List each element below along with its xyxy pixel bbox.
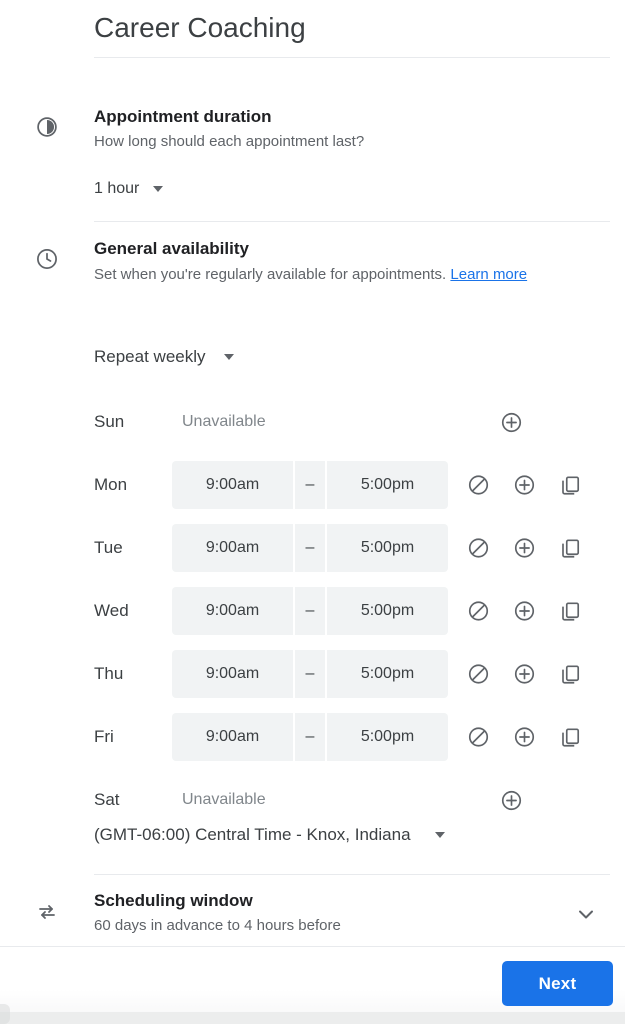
availability-day-list: Sun Unavailable Mon 9:00am –5:00pm Tue 9:00am –… xyxy=(0,390,625,831)
end-time-input[interactable]: 5:00pm xyxy=(327,460,448,509)
start-time-input[interactable]: 9:00am xyxy=(172,649,293,698)
duration-divider xyxy=(94,221,610,222)
day-row-actions xyxy=(455,661,593,686)
general-availability-title: General availability xyxy=(94,239,249,258)
block-icon[interactable] xyxy=(455,472,501,497)
duplicate-icon[interactable] xyxy=(547,535,593,560)
duplicate-icon[interactable] xyxy=(547,598,593,623)
scheduling-window-title: Scheduling window xyxy=(94,891,253,910)
appointment-duration-title: Appointment duration xyxy=(94,107,272,126)
day-label: Thu xyxy=(94,663,124,683)
timezone-select[interactable]: (GMT-06:00) Central Time - Knox, Indiana xyxy=(94,823,445,847)
availability-day-row: Sun Unavailable xyxy=(0,390,625,453)
start-time-input[interactable]: 9:00am xyxy=(172,523,293,572)
duplicate-icon[interactable] xyxy=(547,472,593,497)
block-icon[interactable] xyxy=(455,598,501,623)
general-availability-subtitle: Set when you're regularly available for … xyxy=(94,264,590,285)
chevron-down-icon[interactable] xyxy=(574,902,598,926)
title-divider xyxy=(94,57,610,58)
timer-icon xyxy=(33,113,61,141)
chevron-down-icon xyxy=(153,186,164,192)
start-time-input[interactable]: 9:00am xyxy=(172,712,293,761)
day-label: Sat xyxy=(94,789,120,809)
swap-arrows-icon xyxy=(33,898,61,926)
start-time-input[interactable]: 9:00am xyxy=(172,586,293,635)
time-range-dash: – xyxy=(293,712,327,761)
add-circle-icon[interactable] xyxy=(501,472,547,497)
add-circle-icon[interactable] xyxy=(501,661,547,686)
block-icon[interactable] xyxy=(455,724,501,749)
availability-day-row: Fri 9:00am –5:00pm xyxy=(0,705,625,768)
scroll-indicator xyxy=(0,1004,10,1024)
block-icon[interactable] xyxy=(455,661,501,686)
chevron-down-icon xyxy=(434,832,445,838)
day-label: Fri xyxy=(94,726,114,746)
appointment-schedule-page: Career Coaching Appointment duration How… xyxy=(0,0,625,1024)
duplicate-icon[interactable] xyxy=(547,661,593,686)
end-time-input[interactable]: 5:00pm xyxy=(327,523,448,572)
time-range: 9:00am –5:00pm xyxy=(172,712,448,761)
day-label: Mon xyxy=(94,474,128,494)
time-range-dash: – xyxy=(293,649,327,698)
time-range-dash: – xyxy=(293,523,327,572)
time-range-dash: – xyxy=(293,586,327,635)
time-range: 9:00am –5:00pm xyxy=(172,523,448,572)
unavailable-label: Unavailable xyxy=(182,790,266,808)
add-circle-icon[interactable] xyxy=(501,535,547,560)
duration-select[interactable]: 1 hour xyxy=(94,177,164,201)
availability-day-row: Tue 9:00am –5:00pm xyxy=(0,516,625,579)
block-icon[interactable] xyxy=(455,535,501,560)
page-title-text: Career Coaching xyxy=(94,12,306,43)
bottom-strip xyxy=(0,1012,625,1024)
appointment-duration-subtitle: How long should each appointment last? xyxy=(94,133,365,150)
start-time-input[interactable]: 9:00am xyxy=(172,460,293,509)
day-label: Tue xyxy=(94,537,123,557)
add-circle-icon[interactable] xyxy=(499,410,523,434)
availability-day-row: Mon 9:00am –5:00pm xyxy=(0,453,625,516)
end-time-input[interactable]: 5:00pm xyxy=(327,586,448,635)
general-availability-header: General availability Set when you're reg… xyxy=(94,237,590,285)
page-title: Career Coaching xyxy=(94,8,610,48)
duplicate-icon[interactable] xyxy=(547,724,593,749)
time-range: 9:00am –5:00pm xyxy=(172,460,448,509)
time-range: 9:00am –5:00pm xyxy=(172,586,448,635)
day-row-actions xyxy=(455,535,593,560)
availability-day-row: Thu 9:00am –5:00pm xyxy=(0,642,625,705)
scheduling-window-header[interactable]: Scheduling window 60 days in advance to … xyxy=(94,889,534,937)
day-row-actions xyxy=(455,472,593,497)
add-circle-icon[interactable] xyxy=(501,724,547,749)
duration-select-value: 1 hour xyxy=(94,180,140,197)
add-circle-icon[interactable] xyxy=(501,598,547,623)
clock-icon xyxy=(33,245,61,273)
day-row-actions xyxy=(455,724,593,749)
availability-divider xyxy=(94,874,610,875)
next-button[interactable]: Next xyxy=(502,961,613,1006)
scheduling-window-subtitle: 60 days in advance to 4 hours before xyxy=(94,917,341,934)
availability-day-row: Wed 9:00am –5:00pm xyxy=(0,579,625,642)
learn-more-link[interactable]: Learn more xyxy=(450,266,527,283)
end-time-input[interactable]: 5:00pm xyxy=(327,712,448,761)
general-availability-subtitle-text: Set when you're regularly available for … xyxy=(94,266,447,283)
repeat-select[interactable]: Repeat weekly xyxy=(94,345,234,369)
repeat-select-value: Repeat weekly xyxy=(94,347,206,366)
availability-day-row: Sat Unavailable xyxy=(0,768,625,831)
add-circle-icon[interactable] xyxy=(499,788,523,812)
time-range: 9:00am –5:00pm xyxy=(172,649,448,698)
chevron-down-icon xyxy=(223,354,234,360)
day-label: Wed xyxy=(94,600,129,620)
timezone-value: (GMT-06:00) Central Time - Knox, Indiana xyxy=(94,825,411,844)
end-time-input[interactable]: 5:00pm xyxy=(327,649,448,698)
day-row-actions xyxy=(455,598,593,623)
day-label: Sun xyxy=(94,411,125,431)
time-range-dash: – xyxy=(293,460,327,509)
unavailable-label: Unavailable xyxy=(182,412,266,430)
appointment-duration-header: Appointment duration How long should eac… xyxy=(94,105,594,153)
